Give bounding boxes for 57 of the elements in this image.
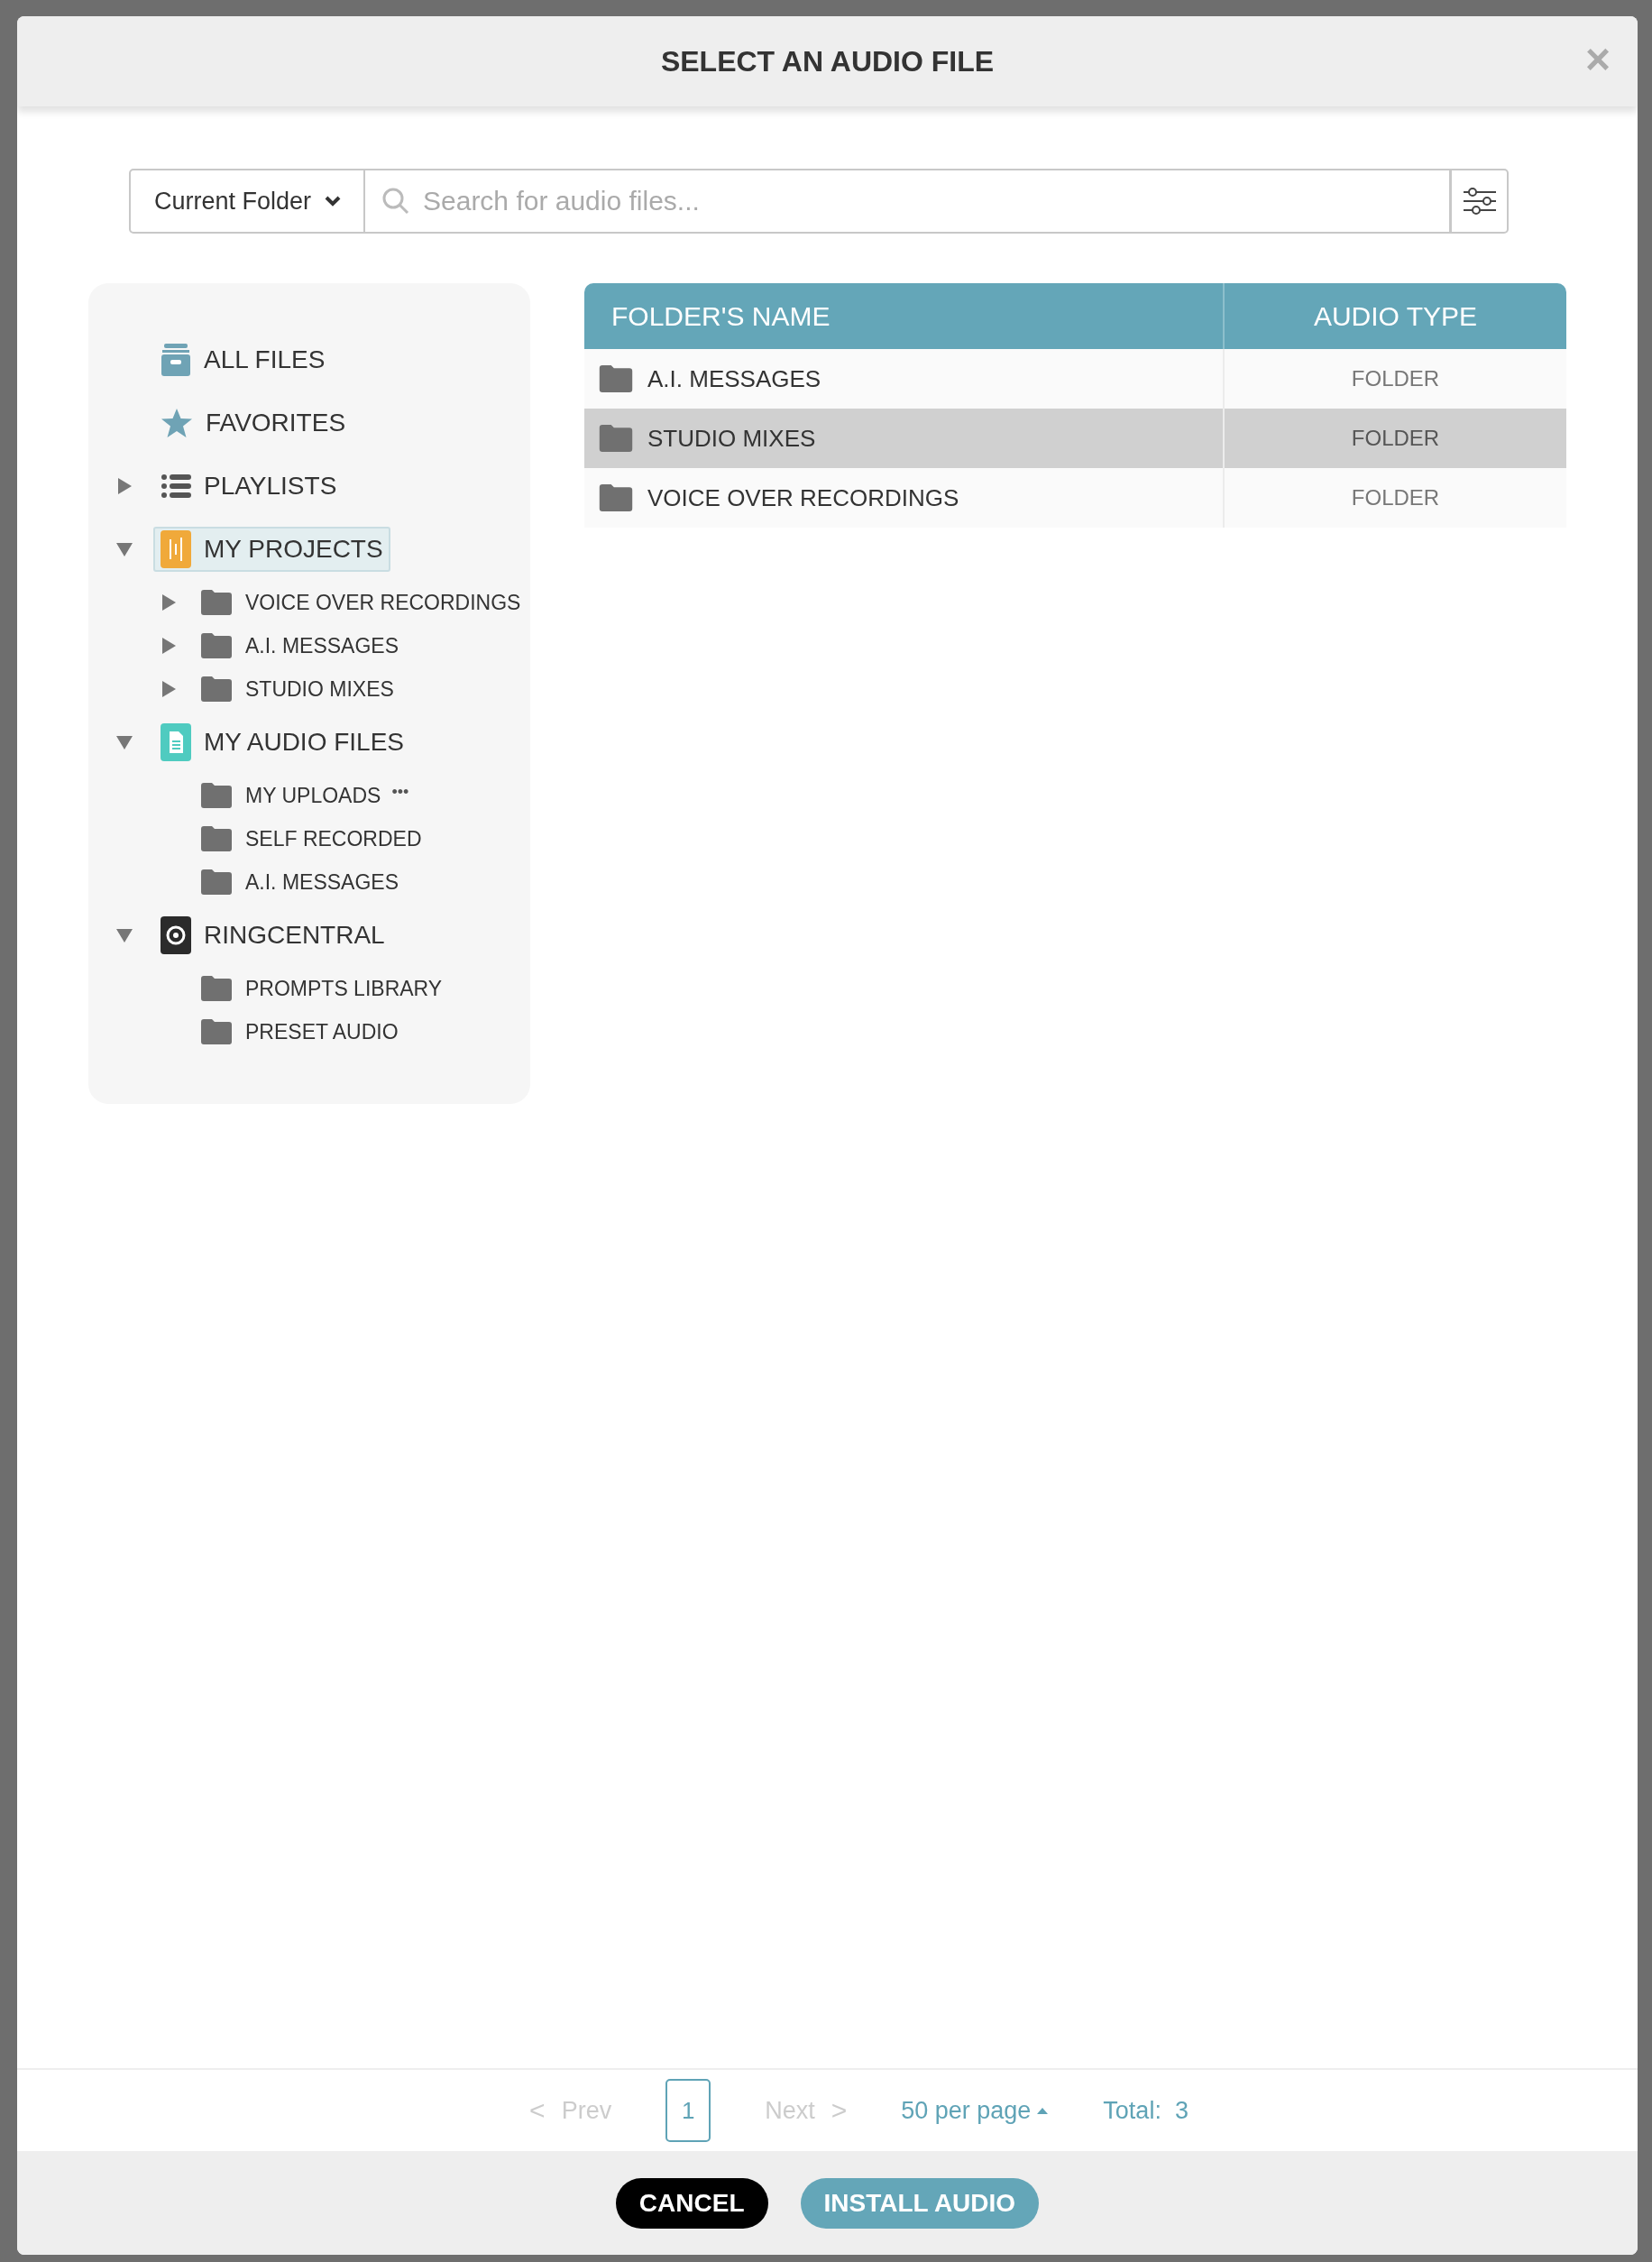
table-cell: STUDIO MIXES bbox=[647, 424, 816, 453]
sliders-icon bbox=[1461, 186, 1498, 216]
sidebar-item[interactable]: SELF RECORDED bbox=[245, 826, 422, 851]
folder-icon bbox=[599, 484, 633, 511]
sidebar-item[interactable]: STUDIO MIXES bbox=[245, 676, 394, 702]
table-row[interactable]: A.I. MESSAGES FOLDER bbox=[584, 349, 1566, 409]
document-icon bbox=[161, 723, 191, 761]
sidebar-item[interactable]: PLAYLISTS bbox=[153, 468, 344, 504]
sidebar-item[interactable]: A.I. MESSAGES bbox=[245, 633, 399, 658]
table-cell: VOICE OVER RECORDINGS bbox=[647, 483, 959, 512]
caret-down-icon[interactable] bbox=[115, 926, 133, 944]
sidebar-item[interactable]: PROMPTS LIBRARY bbox=[245, 976, 443, 1001]
caret-right-icon[interactable] bbox=[161, 593, 177, 611]
table-cell: A.I. MESSAGES bbox=[647, 364, 821, 393]
column-header: AUDIO TYPE bbox=[1312, 299, 1479, 333]
filter-button[interactable] bbox=[1451, 169, 1509, 234]
table-cell: FOLDER bbox=[1351, 485, 1440, 510]
folder-icon bbox=[201, 633, 232, 658]
sidebar-item[interactable]: RINGCENTRAL bbox=[153, 913, 392, 958]
sidebar-item[interactable]: PRESET AUDIO bbox=[245, 1019, 399, 1044]
folder-icon bbox=[201, 590, 232, 615]
more-icon[interactable]: ••• bbox=[391, 782, 409, 802]
caret-down-icon[interactable] bbox=[115, 733, 133, 751]
archive-icon bbox=[161, 343, 191, 377]
sidebar-item[interactable]: MY PROJECTS bbox=[153, 527, 390, 572]
folder-icon bbox=[201, 976, 232, 1001]
table-cell: FOLDER bbox=[1351, 426, 1440, 451]
cancel-button[interactable]: CANCEL bbox=[615, 2177, 768, 2229]
sidebar-item[interactable]: MY AUDIO FILES bbox=[153, 720, 411, 765]
caret-right-icon[interactable] bbox=[115, 477, 133, 495]
caret-up-icon bbox=[1036, 2106, 1050, 2115]
sidebar-item[interactable]: A.I. MESSAGES bbox=[245, 869, 399, 895]
dialog-title: SELECT AN AUDIO FILE bbox=[660, 44, 995, 78]
caret-right-icon[interactable] bbox=[161, 637, 177, 655]
caret-right-icon[interactable] bbox=[161, 680, 177, 698]
folder-icon bbox=[201, 826, 232, 851]
sidebar-item[interactable]: VOICE OVER RECORDINGS bbox=[245, 590, 521, 615]
folder-icon bbox=[201, 783, 232, 808]
folder-icon bbox=[201, 869, 232, 895]
chevron-down-icon bbox=[324, 195, 343, 207]
table-row[interactable]: STUDIO MIXES FOLDER bbox=[584, 409, 1566, 468]
folder-icon bbox=[201, 676, 232, 702]
folder-icon bbox=[599, 365, 633, 392]
star-icon bbox=[161, 408, 193, 438]
table-cell: FOLDER bbox=[1351, 366, 1440, 391]
scope-dropdown[interactable]: Current Folder bbox=[129, 169, 365, 234]
list-icon bbox=[161, 473, 191, 500]
sidebar-item[interactable]: FAVORITES bbox=[153, 404, 353, 442]
folder-icon bbox=[201, 1019, 232, 1044]
search-icon bbox=[381, 187, 410, 216]
sidebar-item[interactable]: ALL FILES bbox=[153, 339, 333, 381]
caret-down-icon[interactable] bbox=[115, 540, 133, 558]
total-count: Total: 3 bbox=[1103, 2096, 1189, 2125]
sidebar-item[interactable]: MY UPLOADS bbox=[245, 783, 381, 808]
waveform-icon bbox=[161, 530, 191, 568]
table-row[interactable]: VOICE OVER RECORDINGS FOLDER bbox=[584, 468, 1566, 528]
folder-icon bbox=[599, 425, 633, 452]
